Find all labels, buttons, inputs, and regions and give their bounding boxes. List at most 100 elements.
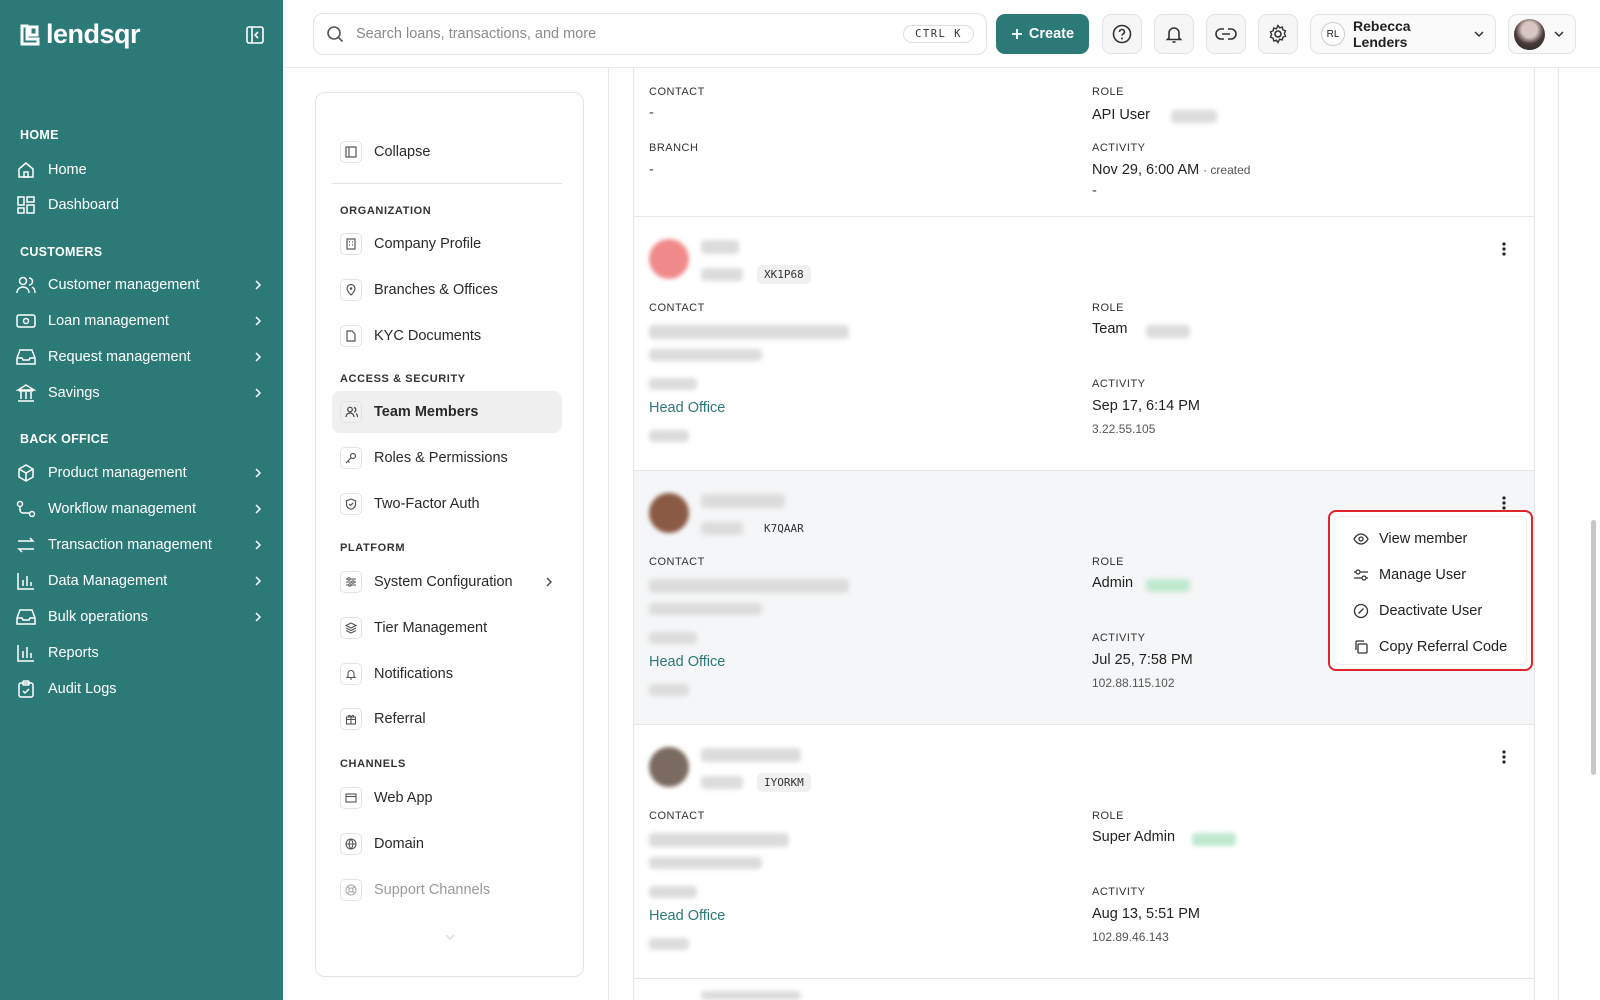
settings-item-company-profile[interactable]: Company Profile <box>332 223 562 265</box>
sidebar-item-workflow-management[interactable]: Workflow management <box>16 494 268 524</box>
sidebar-item-customer-management[interactable]: Customer management <box>16 270 268 300</box>
brand-logo[interactable]: lendsqr <box>20 19 141 50</box>
row-menu-button[interactable] <box>1494 239 1514 259</box>
user-name: Rebecca Lenders <box>1353 18 1411 50</box>
settings-item-label: Notifications <box>374 666 453 682</box>
browser-icon <box>340 787 362 809</box>
menu-item-manage-user[interactable]: Manage User <box>1353 567 1466 583</box>
member-card[interactable]: CONTACT - BRANCH - ROLE API User ACTIVIT… <box>633 68 1535 217</box>
member-card[interactable]: IYORKM CONTACT Head Office ROLE Super Ad… <box>633 725 1535 979</box>
role-value: API User <box>1092 107 1151 123</box>
contact-email <box>649 579 849 593</box>
ban-icon <box>1353 603 1369 619</box>
sidebar-item-data-management[interactable]: Data Management <box>16 566 268 596</box>
branch-label: BRANCH <box>649 142 699 154</box>
settings-item-team-members[interactable]: Team Members <box>332 391 562 433</box>
settings-item-referral[interactable]: Referral <box>332 698 562 740</box>
chevron-down-icon <box>1553 29 1565 39</box>
account-switcher[interactable]: RL Rebecca Lenders <box>1310 14 1496 54</box>
status-badge <box>1146 579 1190 592</box>
sidebar-item-audit-logs[interactable]: Audit Logs <box>16 674 268 704</box>
settings-item-kyc-documents[interactable]: KYC Documents <box>332 315 562 357</box>
sidebar-item-transaction-management[interactable]: Transaction management <box>16 530 268 560</box>
sidebar-item-loan-management[interactable]: Loan management <box>16 306 268 336</box>
sidebar-item-label: Loan management <box>48 313 169 329</box>
help-button[interactable] <box>1102 14 1142 54</box>
sidebar-item-home[interactable]: Home <box>16 155 268 185</box>
sidebar-item-reports[interactable]: Reports <box>16 638 268 668</box>
menu-panel: View member Manage User Deactivate User … <box>1334 516 1527 665</box>
branch-code <box>649 938 689 950</box>
chevron-right-icon <box>248 383 268 403</box>
notifications-button[interactable] <box>1154 14 1194 54</box>
settings-item-label: Company Profile <box>374 236 482 252</box>
settings-item-system-configuration[interactable]: System Configuration <box>332 561 562 603</box>
profile-menu-button[interactable] <box>1508 14 1576 54</box>
settings-item-label: Web App <box>374 790 433 806</box>
workflow-icon <box>16 499 36 519</box>
member-name <box>701 494 785 508</box>
create-button[interactable]: Create <box>996 14 1089 54</box>
panel-collapse-icon <box>340 141 362 163</box>
links-button[interactable] <box>1206 14 1246 54</box>
branch-label <box>649 378 697 390</box>
gear-icon <box>1268 24 1288 44</box>
building-icon <box>340 233 362 255</box>
settings-item-label: Branches & Offices <box>374 282 498 298</box>
menu-item-label: Deactivate User <box>1379 603 1483 619</box>
sidebar-item-label: Request management <box>48 349 191 365</box>
role-value: Admin <box>1092 575 1134 591</box>
row-menu-button[interactable] <box>1494 747 1514 767</box>
top-bar: Search loans, transactions, and more CTR… <box>283 0 1600 68</box>
settings-collapse-button[interactable]: Collapse <box>332 131 562 173</box>
sidebar-item-label: Customer management <box>48 277 200 293</box>
sidebar-item-savings[interactable]: Savings <box>16 378 268 408</box>
settings-button[interactable] <box>1258 14 1298 54</box>
settings-item-tier-management[interactable]: Tier Management <box>332 607 562 649</box>
menu-item-copy-referral-code[interactable]: Copy Referral Code <box>1353 639 1507 655</box>
branch-value[interactable]: Head Office <box>649 908 725 924</box>
user-initials-badge: RL <box>1321 22 1345 46</box>
settings-item-branches-offices[interactable]: Branches & Offices <box>332 269 562 311</box>
member-card[interactable]: XK1P68 CONTACT Head Office ROLE Team ACT… <box>633 217 1535 471</box>
sidebar-item-request-management[interactable]: Request management <box>16 342 268 372</box>
settings-item-label: Referral <box>374 711 426 727</box>
activity-note: · created <box>1203 163 1251 177</box>
settings-item-two-factor-auth[interactable]: Two-Factor Auth <box>332 483 562 525</box>
sidebar-item-bulk-operations[interactable]: Bulk operations <box>16 602 268 632</box>
search-icon <box>326 25 344 43</box>
collapse-label: Collapse <box>374 144 431 160</box>
settings-item-domain[interactable]: Domain <box>332 823 562 865</box>
page-scrollbar[interactable] <box>1591 520 1596 775</box>
menu-item-label: View member <box>1379 531 1468 547</box>
menu-item-deactivate-user[interactable]: Deactivate User <box>1353 603 1482 619</box>
gift-icon <box>340 708 362 730</box>
role-value: Super Admin <box>1092 829 1176 845</box>
scroll-more-indicator <box>440 931 460 943</box>
document-icon <box>340 325 362 347</box>
settings-item-roles-permissions[interactable]: Roles & Permissions <box>332 437 562 479</box>
branch-label <box>649 886 697 898</box>
settings-item-notifications[interactable]: Notifications <box>332 653 562 695</box>
global-search[interactable]: Search loans, transactions, and more CTR… <box>313 13 987 55</box>
more-vertical-icon <box>1502 750 1506 764</box>
activity-value: Sep 17, 6:14 PM <box>1092 398 1201 414</box>
settings-item-support-channels[interactable]: Support Channels <box>332 869 562 911</box>
sidebar-collapse-icon[interactable] <box>245 25 265 45</box>
menu-item-view-member[interactable]: View member <box>1353 531 1467 547</box>
role-value: Team <box>1092 321 1128 337</box>
reports-icon <box>16 643 36 663</box>
chevron-right-icon <box>248 275 268 295</box>
bell-icon <box>1164 24 1184 44</box>
sidebar-item-dashboard[interactable]: Dashboard <box>16 190 268 220</box>
branch-value[interactable]: Head Office <box>649 654 725 670</box>
bar-chart-icon <box>16 571 36 591</box>
member-card[interactable] <box>633 979 1535 1000</box>
shield-icon <box>340 493 362 515</box>
settings-group-access-security: ACCESS & SECURITY <box>340 373 466 385</box>
settings-item-web-app[interactable]: Web App <box>332 777 562 819</box>
sidebar-item-product-management[interactable]: Product management <box>16 458 268 488</box>
activity-label: ACTIVITY <box>1092 142 1146 154</box>
branch-value[interactable]: Head Office <box>649 400 725 416</box>
settings-item-label: Domain <box>374 836 424 852</box>
